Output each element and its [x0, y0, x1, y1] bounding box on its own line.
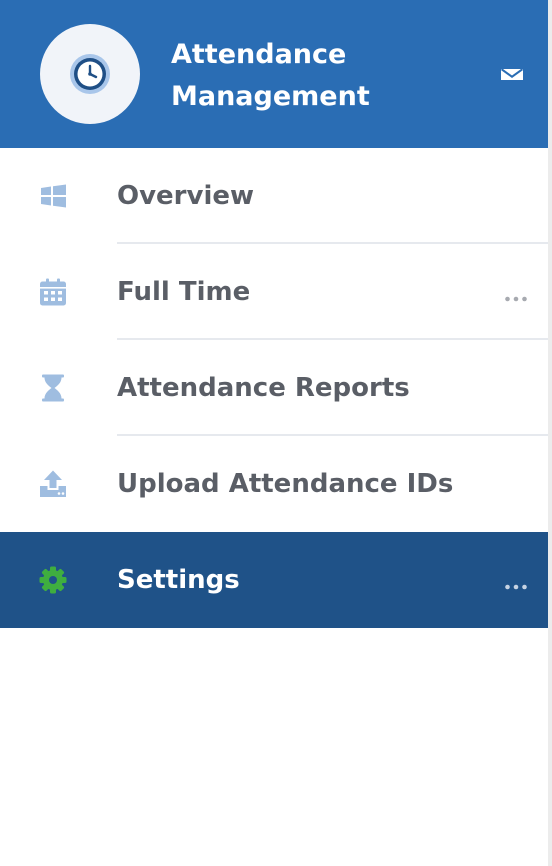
sidebar-item-label: Upload Attendance IDs: [117, 469, 454, 499]
more-icon[interactable]: [504, 288, 528, 302]
clock-icon: [70, 54, 110, 94]
sidebar-item-attendance-reports[interactable]: Attendance Reports: [0, 340, 548, 436]
sidebar-item-label: Attendance Reports: [117, 373, 410, 403]
sidebar-item-label: Full Time: [117, 277, 251, 307]
chevron-down-icon[interactable]: [500, 66, 524, 80]
sidebar-item-settings[interactable]: Settings: [0, 532, 548, 628]
sidebar-item-full-time[interactable]: Full Time: [0, 244, 548, 340]
app-logo: [40, 24, 140, 124]
sidebar-item-upload-attendance-ids[interactable]: Upload Attendance IDs: [0, 436, 548, 532]
app-title-line2: Management: [171, 81, 370, 112]
sidebar-item-label: Overview: [117, 181, 255, 211]
hourglass-icon: [38, 373, 68, 403]
gear-icon: [38, 565, 68, 595]
scrollbar-track: [548, 0, 552, 866]
sidebar-header: Attendance Management: [0, 0, 548, 148]
windows-icon: [38, 181, 68, 211]
upload-icon: [38, 469, 68, 499]
app-title: Attendance Management: [171, 34, 471, 118]
sidebar-menu: Overview Full Time Attendance Reports Up…: [0, 148, 548, 628]
app-title-line1: Attendance: [171, 39, 347, 70]
more-icon[interactable]: [504, 576, 528, 590]
calendar-icon: [38, 277, 68, 307]
sidebar-item-label: Settings: [117, 565, 240, 595]
sidebar: Attendance Management Overview Full Time…: [0, 0, 548, 866]
sidebar-item-overview[interactable]: Overview: [0, 148, 548, 244]
